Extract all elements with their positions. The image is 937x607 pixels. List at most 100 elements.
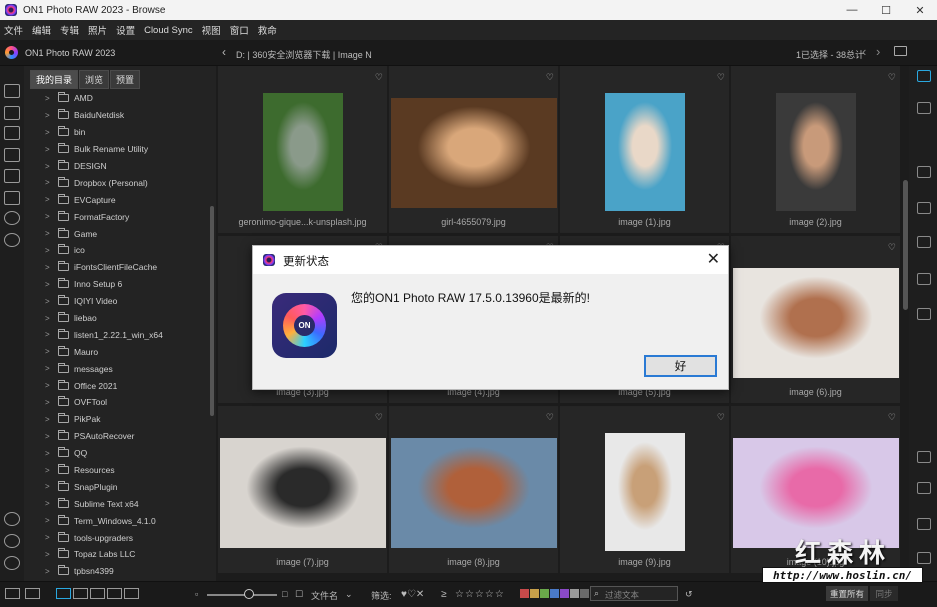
share-icon[interactable]	[917, 451, 931, 463]
like-heart-icon[interactable]: ♡	[888, 242, 896, 253]
expand-arrow-icon[interactable]: >	[45, 145, 58, 154]
menu-file[interactable]: 文件	[4, 23, 23, 37]
expand-arrow-icon[interactable]: >	[45, 246, 58, 255]
compare-view-button[interactable]	[107, 588, 122, 599]
like-filter-icon[interactable]: ♥♡✕	[401, 589, 424, 600]
light-icon[interactable]	[4, 211, 20, 225]
portrait-icon[interactable]	[917, 308, 931, 320]
folder-item[interactable]: > QQ	[24, 445, 210, 462]
folder-item[interactable]: > EVCapture	[24, 191, 210, 208]
grid-view-button[interactable]	[56, 588, 71, 599]
menu-window[interactable]: 窗口	[230, 23, 249, 37]
expand-arrow-icon[interactable]: >	[45, 432, 58, 441]
like-heart-icon[interactable]: ♡	[717, 412, 725, 423]
folder-item[interactable]: > iFontsClientFileCache	[24, 259, 210, 276]
folder-icon[interactable]	[894, 46, 907, 56]
menu-album[interactable]: 专辑	[60, 23, 79, 37]
sort-checkbox[interactable]: ☐	[295, 589, 303, 600]
compare-icon[interactable]	[25, 588, 40, 599]
thumbnail-size-slider[interactable]	[207, 594, 277, 596]
tab-presets[interactable]: 预置	[110, 70, 141, 89]
photo-cell[interactable]: ♡ image (1).jpg	[560, 66, 729, 233]
folder-item[interactable]: > Mauro	[24, 343, 210, 360]
expand-arrow-icon[interactable]: >	[45, 330, 58, 339]
folder-item[interactable]: > SnapPlugin	[24, 478, 210, 495]
photo-thumbnail[interactable]	[732, 268, 899, 378]
monitor-icon[interactable]	[4, 106, 20, 120]
folder-item[interactable]: > tpbsn4399	[24, 563, 210, 580]
image-icon[interactable]	[917, 202, 931, 214]
expand-arrow-icon[interactable]: >	[45, 482, 58, 491]
dialog-close-icon[interactable]: ✕	[707, 249, 720, 269]
color-label-swatch[interactable]	[560, 589, 569, 598]
expand-arrow-icon[interactable]: >	[45, 567, 58, 576]
add-icon[interactable]	[4, 84, 20, 98]
drive-icon[interactable]	[4, 169, 20, 183]
expand-arrow-icon[interactable]: >	[45, 94, 58, 103]
layers-icon[interactable]	[917, 166, 931, 178]
menu-cloud-sync[interactable]: Cloud Sync	[144, 25, 193, 36]
expand-arrow-icon[interactable]: >	[45, 263, 58, 272]
prev-arrow-icon[interactable]: ‹	[862, 44, 866, 59]
folder-item[interactable]: > Sublime Text x64	[24, 495, 210, 512]
like-heart-icon[interactable]: ♡	[375, 412, 383, 423]
slider-knob[interactable]	[244, 589, 254, 599]
photo-thumbnail[interactable]	[604, 433, 685, 551]
photo-cell[interactable]: ♡ image (6).jpg	[731, 236, 900, 403]
expand-arrow-icon[interactable]: >	[45, 111, 58, 120]
expand-arrow-icon[interactable]: >	[45, 415, 58, 424]
folder-item[interactable]: > IQIYI Video	[24, 293, 210, 310]
develop-mode-icon[interactable]	[917, 102, 931, 114]
detail-view-button[interactable]	[73, 588, 88, 599]
effects-icon[interactable]	[917, 273, 931, 285]
expand-arrow-icon[interactable]: >	[45, 162, 58, 171]
folder-item[interactable]: > Dropbox (Personal)	[24, 174, 210, 191]
folder-item[interactable]: > ico	[24, 242, 210, 259]
browse-mode-icon[interactable]	[917, 70, 931, 82]
photo-thumbnail[interactable]	[262, 93, 343, 211]
print-icon[interactable]	[917, 482, 931, 494]
like-heart-icon[interactable]: ♡	[375, 72, 383, 83]
next-arrow-icon[interactable]: ›	[876, 44, 880, 59]
like-heart-icon[interactable]: ♡	[888, 412, 896, 423]
photo-cell[interactable]: ♡ image (9).jpg	[560, 406, 729, 573]
folder-item[interactable]: > OVFTool	[24, 394, 210, 411]
back-arrow-icon[interactable]: ‹	[222, 45, 226, 59]
like-heart-icon[interactable]: ♡	[546, 412, 554, 423]
albums-icon[interactable]	[4, 191, 20, 205]
folder-item[interactable]: > PSAutoRecover	[24, 428, 210, 445]
menu-view[interactable]: 视图	[202, 23, 221, 37]
folder-item[interactable]: > Inno Setup 6	[24, 276, 210, 293]
expand-arrow-icon[interactable]: >	[45, 280, 58, 289]
folder-item[interactable]: > messages	[24, 360, 210, 377]
expand-arrow-icon[interactable]: >	[45, 381, 58, 390]
color-label-swatch[interactable]	[550, 589, 559, 598]
search-icon[interactable]	[4, 233, 20, 247]
maximize-button[interactable]: ☐	[869, 0, 903, 20]
panel-scrollbar[interactable]	[210, 206, 214, 416]
chevron-down-icon[interactable]: ⌄	[345, 589, 353, 600]
folder-item[interactable]: > Bulk Rename Utility	[24, 141, 210, 158]
photo-thumbnail[interactable]	[390, 98, 557, 208]
search-input[interactable]: ⌕ 过滤文本	[590, 586, 678, 601]
photo-cell[interactable]: ♡ geronimo-gique...k-unsplash.jpg	[218, 66, 387, 233]
folder-item[interactable]: > tools-upgraders	[24, 529, 210, 546]
sort-select[interactable]: 文件名	[311, 589, 338, 602]
folder-search-icon[interactable]	[4, 148, 20, 162]
breadcrumb[interactable]: D: | 360安全浏览器下载 | Image N	[236, 48, 372, 61]
color-label-swatch[interactable]	[570, 589, 579, 598]
folder-item[interactable]: > bin	[24, 124, 210, 141]
color-label-swatch[interactable]	[530, 589, 539, 598]
folder-item[interactable]: > Term_Windows_4.1.0	[24, 512, 210, 529]
filmstrip-icon[interactable]	[5, 588, 20, 599]
ok-button[interactable]: 好	[644, 355, 717, 377]
map-view-button[interactable]	[124, 588, 139, 599]
expand-arrow-icon[interactable]: >	[45, 550, 58, 559]
color-label-swatch[interactable]	[540, 589, 549, 598]
expand-arrow-icon[interactable]: >	[45, 229, 58, 238]
photo-thumbnail[interactable]	[775, 93, 856, 211]
folder-item[interactable]: > Office 2021	[24, 377, 210, 394]
rating-compare-icon[interactable]: ≥	[441, 589, 447, 600]
folder-item[interactable]: > BaiduNetdisk	[24, 107, 210, 124]
color-label-swatch[interactable]	[520, 589, 529, 598]
